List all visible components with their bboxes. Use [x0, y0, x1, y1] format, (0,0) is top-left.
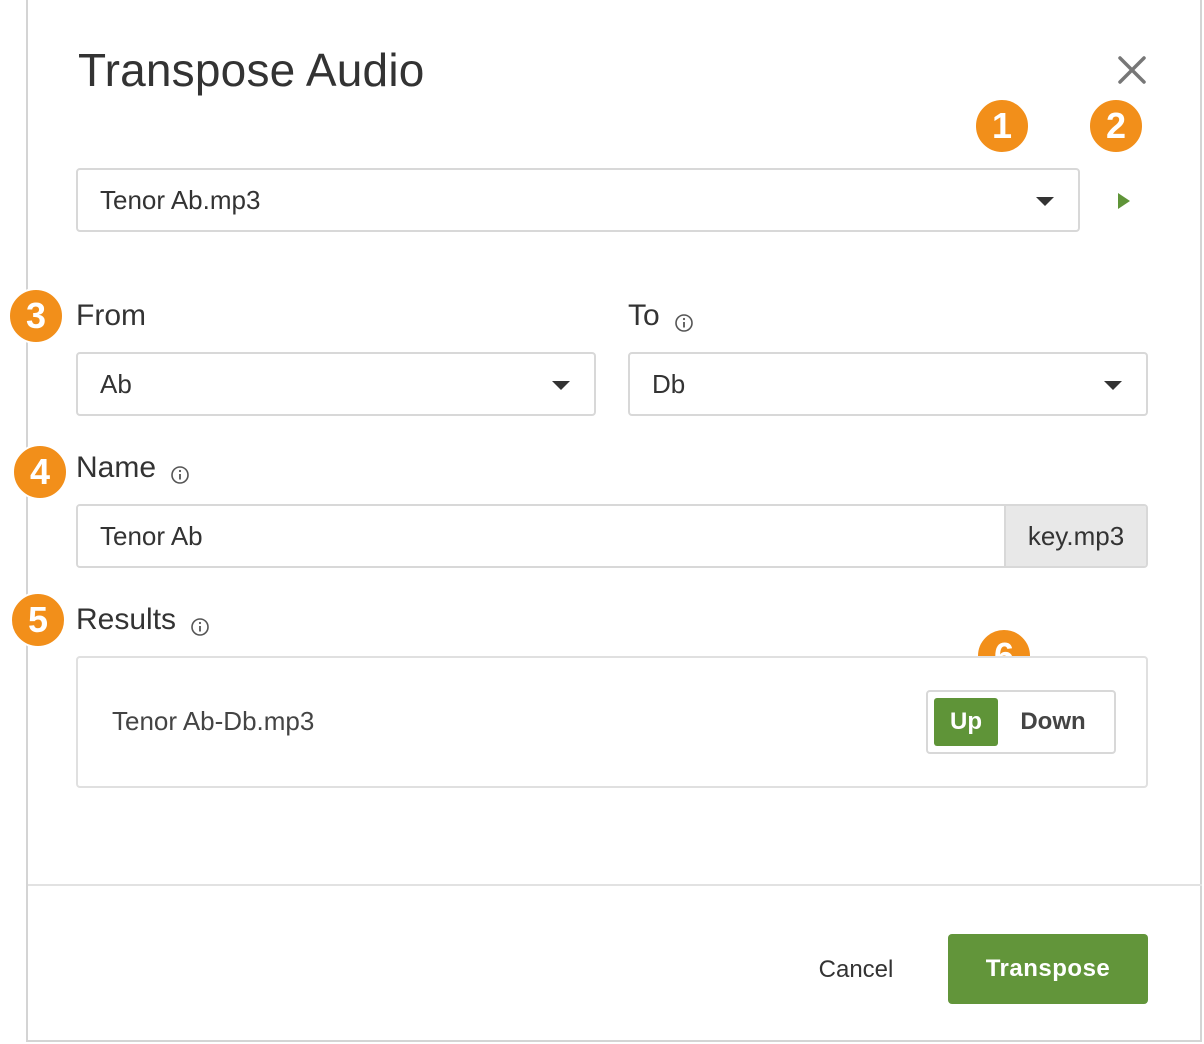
from-key-value: Ab — [100, 368, 132, 399]
annotation-badge-5: 5 — [10, 592, 66, 648]
to-key-value: Db — [652, 368, 686, 399]
from-label: From — [76, 299, 146, 332]
from-key-select[interactable]: Ab — [76, 352, 596, 416]
results-label: Results — [76, 603, 177, 636]
from-label-row: From — [76, 298, 146, 334]
toggle-up-button[interactable]: Up — [934, 698, 998, 746]
dialog-title: Transpose Audio — [78, 44, 425, 96]
transpose-button[interactable]: Transpose — [948, 934, 1148, 1004]
annotation-badge-2: 2 — [1088, 98, 1144, 154]
play-icon — [1118, 193, 1130, 209]
annotation-badge-4: 4 — [12, 444, 68, 500]
annotation-badge-3: 3 — [8, 288, 64, 344]
close-icon — [1118, 56, 1146, 84]
audio-file-value: Tenor Ab.mp3 — [100, 184, 261, 215]
info-icon[interactable] — [674, 306, 694, 332]
chevron-down-icon — [552, 381, 570, 390]
name-input-group: key.mp3 — [76, 504, 1148, 568]
result-filename: Tenor Ab-Db.mp3 — [112, 706, 315, 736]
cancel-button[interactable]: Cancel — [800, 942, 912, 998]
to-label: To — [628, 299, 660, 332]
chevron-down-icon — [1036, 197, 1054, 206]
name-label: Name — [76, 451, 157, 484]
info-icon[interactable] — [190, 610, 210, 636]
name-input[interactable] — [78, 506, 1004, 566]
chevron-down-icon — [1104, 381, 1122, 390]
name-suffix: key.mp3 — [1004, 506, 1146, 566]
to-key-select[interactable]: Db — [628, 352, 1148, 416]
results-panel: Tenor Ab-Db.mp3 Up Down — [76, 656, 1148, 788]
direction-toggle: Up Down — [926, 690, 1116, 754]
footer-divider — [28, 884, 1202, 886]
toggle-down-button[interactable]: Down — [998, 698, 1108, 746]
annotation-badge-1: 1 — [974, 98, 1030, 154]
play-button[interactable] — [1108, 186, 1138, 216]
to-label-row: To — [628, 298, 694, 334]
audio-file-select[interactable]: Tenor Ab.mp3 — [76, 168, 1080, 232]
info-icon[interactable] — [170, 458, 190, 484]
name-label-row: Name — [76, 450, 190, 486]
results-label-row: Results — [76, 602, 210, 638]
close-button[interactable] — [1114, 52, 1150, 88]
